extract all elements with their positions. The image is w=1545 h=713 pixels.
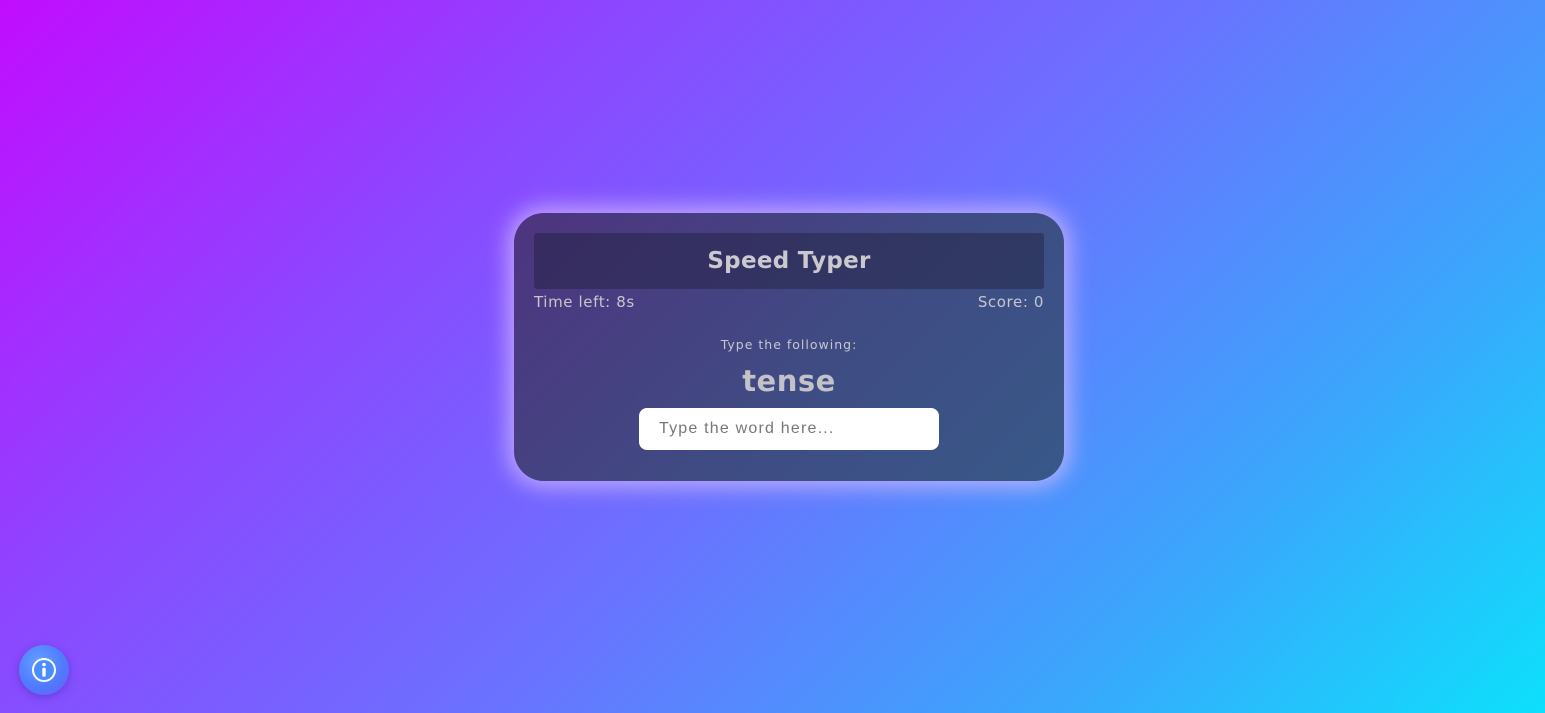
info-button[interactable] xyxy=(19,645,69,695)
game-card: Speed Typer Time left: 8s Score: 0 Type … xyxy=(514,213,1064,481)
prompt-text: Type the following: xyxy=(720,337,858,352)
info-icon xyxy=(32,658,56,682)
input-wrapper xyxy=(534,408,1044,450)
score: Score: 0 xyxy=(977,293,1044,311)
game-title: Speed Typer xyxy=(707,248,871,274)
time-left: Time left: 8s xyxy=(534,293,635,311)
target-word: tense xyxy=(742,364,836,398)
title-bar: Speed Typer xyxy=(534,233,1044,289)
word-input[interactable] xyxy=(639,408,939,450)
stats-row: Time left: 8s Score: 0 xyxy=(534,293,1044,311)
